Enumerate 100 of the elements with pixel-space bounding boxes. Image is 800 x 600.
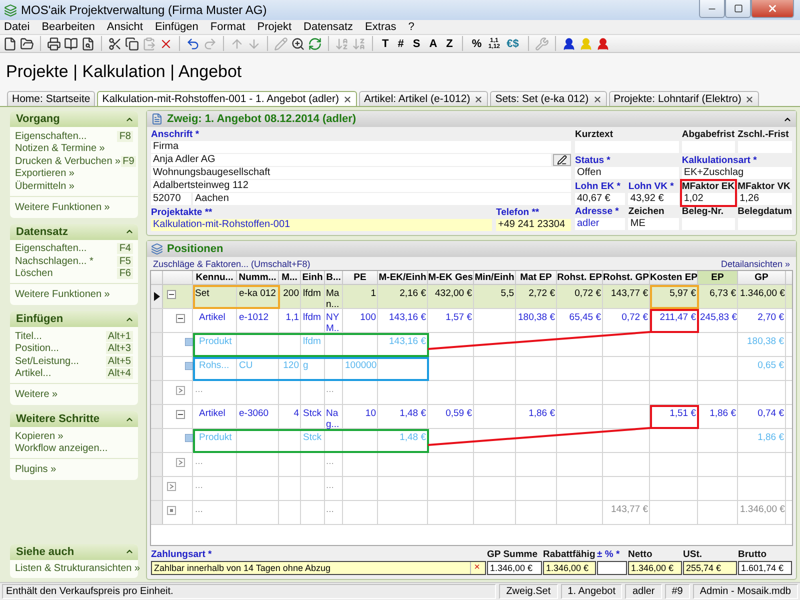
column-header[interactable]: GP <box>738 271 786 284</box>
text-field[interactable]: 1,26 <box>738 192 792 204</box>
column-header[interactable]: Min/Einh <box>474 271 516 284</box>
column-header[interactable]: Einh <box>301 271 325 284</box>
person-icon[interactable] <box>596 36 610 50</box>
payment-field[interactable]: Zahlbar innerhalb von 14 Tagen ohne Abzug × <box>151 561 486 575</box>
tab[interactable]: Home: Startseite <box>7 91 96 106</box>
sidebar-link[interactable]: Weitere Funktionen » <box>15 289 110 300</box>
menu-item[interactable]: Projekt <box>257 21 292 33</box>
column-header[interactable]: M-EK Ges <box>428 271 474 284</box>
sidebar-link[interactable]: Nachschlagen... * <box>15 256 94 267</box>
table-row[interactable]: Set e-ka 012 200 lfdm Man... 1 2,16 € 432,00 € 5,5 2,72 € 0,72 € 143,77 € 5,97 € 6,73 € 1.346,00 € <box>151 285 792 309</box>
text-field[interactable]: 43,92 € <box>628 192 679 204</box>
toolbar-button[interactable]: T <box>379 38 392 50</box>
toolbar-button[interactable]: Z <box>443 38 456 50</box>
text-field[interactable]: EK+Zuschlag <box>682 166 792 179</box>
sidebar-link[interactable]: Weitere Funktionen » <box>15 202 110 212</box>
folder-icon[interactable] <box>20 36 34 50</box>
text-field[interactable]: 1,02 <box>682 192 735 204</box>
sidebar-link[interactable]: Drucken & Verbuchen » <box>15 156 121 167</box>
menu-item[interactable]: Ansicht <box>106 21 143 33</box>
sidebar-link[interactable]: Eigenschaften... <box>15 243 87 254</box>
text-field[interactable]: Aachen <box>193 193 571 205</box>
maximize-button[interactable] <box>725 0 751 18</box>
total-field[interactable]: 1.346,00 € <box>628 561 682 575</box>
sidebar-link[interactable]: Weitere » <box>15 389 58 400</box>
section-header[interactable]: Siehe auch <box>10 544 138 560</box>
expand-arrow-icon[interactable] <box>176 386 185 395</box>
printer-icon[interactable] <box>47 36 61 50</box>
sidebar-link[interactable]: Kopieren » <box>15 430 64 442</box>
text-field[interactable]: 40,67 € <box>575 192 626 204</box>
menu-item[interactable]: Format <box>210 21 246 33</box>
column-header[interactable]: Mat EP <box>516 271 557 284</box>
total-field[interactable]: 1.346,00 € <box>543 561 596 575</box>
sidebar-link[interactable]: Titel... <box>15 330 42 342</box>
tab[interactable]: Projekte: Lohntarif (Elektro) <box>608 91 760 106</box>
column-header[interactable]: M... <box>279 271 301 284</box>
collapse-icon[interactable] <box>176 314 185 323</box>
toolbar-button[interactable]: # <box>394 38 407 50</box>
menu-item[interactable]: Datensatz <box>304 21 354 33</box>
column-header[interactable]: M-EK/Einh <box>378 271 428 284</box>
sidebar-link[interactable]: Set/Leistung... <box>15 356 79 367</box>
cut-icon[interactable] <box>108 36 122 50</box>
total-field[interactable]: 255,74 € <box>683 561 737 575</box>
menu-item[interactable]: Datei <box>4 21 30 33</box>
sidebar-link[interactable]: Plugins » <box>15 464 56 475</box>
column-header[interactable]: B... <box>325 271 343 284</box>
text-field[interactable]: Adalbertsteinweg 112 <box>151 180 571 192</box>
total-field[interactable] <box>597 561 627 575</box>
text-field[interactable]: Anja Adler AG <box>151 154 551 166</box>
total-field[interactable]: 1.601,74 € <box>738 561 792 575</box>
text-field[interactable]: Kalkulation-mit-Rohstoffen-001 <box>151 219 492 231</box>
tab[interactable]: Artikel: Artikel (e-1012) <box>358 91 488 106</box>
column-header[interactable]: Rohst. EP <box>557 271 603 284</box>
text-field[interactable]: ME <box>628 218 679 230</box>
text-field[interactable]: 52070 <box>151 193 191 205</box>
tab[interactable]: Kalkulation-mit-Rohstoffen-001 - 1. Angebot (adler) <box>97 91 357 106</box>
sidebar-link[interactable]: Exportieren » <box>15 168 74 180</box>
refresh-icon[interactable] <box>308 36 322 50</box>
copy-icon[interactable] <box>125 36 139 50</box>
toolbar-button[interactable]: €$ <box>504 38 522 50</box>
sidebar-link[interactable]: Eigenschaften... <box>15 130 87 142</box>
sidebar-link[interactable]: Artikel... <box>15 368 52 380</box>
menu-item[interactable]: Extras <box>365 21 396 33</box>
close-icon[interactable] <box>745 94 754 104</box>
menu-item[interactable]: Einfügen <box>154 21 198 33</box>
close-icon[interactable] <box>592 94 602 104</box>
text-field[interactable]: +49 241 23304 <box>496 219 571 231</box>
text-field[interactable]: adler <box>575 218 626 230</box>
sidebar-link[interactable]: Listen & Strukturansichten » <box>15 563 140 574</box>
details-link[interactable]: Detailansichten » <box>720 259 790 269</box>
search-icon[interactable] <box>291 36 305 50</box>
expand-arrow-icon[interactable] <box>167 482 176 491</box>
column-header[interactable]: PE <box>343 271 378 284</box>
section-header[interactable]: Einfügen <box>10 311 138 327</box>
collapse-icon[interactable] <box>167 290 176 299</box>
expand-arrow-icon[interactable] <box>176 458 185 467</box>
sidebar-link[interactable]: Workflow anzeigen... <box>15 443 108 454</box>
column-header[interactable]: Rohst. GP <box>603 271 650 284</box>
sidebar-link[interactable]: Löschen <box>15 268 53 280</box>
close-icon[interactable] <box>342 94 352 104</box>
menu-item[interactable]: Bearbeiten <box>42 21 95 33</box>
book-icon[interactable] <box>64 36 78 50</box>
text-field[interactable]: Offen <box>575 166 679 179</box>
sidebar-link[interactable]: Übermitteln » <box>15 180 74 192</box>
tab[interactable]: Sets: Set (e-ka 012) <box>490 91 607 106</box>
section-header[interactable]: Datensatz <box>10 224 138 240</box>
new-file-icon[interactable] <box>3 36 17 50</box>
text-field[interactable]: Wohnungsbaugesellschaft <box>151 167 571 179</box>
person-icon[interactable] <box>562 36 576 50</box>
picker-button[interactable] <box>553 154 571 166</box>
menu-item[interactable]: ? <box>408 21 414 33</box>
close-icon[interactable] <box>474 94 484 104</box>
column-header[interactable]: EP <box>698 271 738 284</box>
column-header[interactable]: Kennu... <box>193 271 237 284</box>
surcharge-link[interactable]: Zuschläge & Faktoren... (Umschalt+F8) <box>153 259 310 269</box>
collapse-icon[interactable] <box>176 410 185 419</box>
undo-icon[interactable] <box>186 36 200 50</box>
table-row[interactable]: Artikel e-1012 1,1 lfdm NY M.. 100 143,16 € 1,57 € 180,38 € 65,45 € 0,72 € 211,47 € 245,83 € 2,70 € <box>151 309 792 333</box>
section-header[interactable]: Weitere Schritte <box>10 411 138 427</box>
